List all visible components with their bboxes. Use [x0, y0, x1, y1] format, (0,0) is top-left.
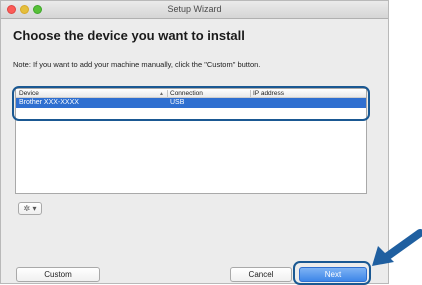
column-header-device[interactable]: Device	[19, 90, 39, 97]
column-divider	[250, 90, 251, 97]
title-bar[interactable]: Setup Wizard	[1, 1, 388, 19]
custom-button[interactable]: Custom	[16, 267, 100, 282]
gear-menu-button[interactable]: ✲ ▾	[18, 202, 42, 215]
column-header-connection[interactable]: Connection	[170, 90, 203, 97]
sort-ascending-icon: ▲	[159, 91, 164, 97]
connection-cell: USB	[170, 99, 185, 106]
table-header: Device ▲ Connection IP address	[16, 89, 366, 98]
setup-wizard-window: Setup Wizard Choose the device you want …	[0, 0, 389, 284]
column-divider	[167, 90, 168, 97]
device-name-cell: Brother XXX-XXXX	[19, 99, 79, 106]
cancel-button[interactable]: Cancel	[230, 267, 292, 282]
device-table[interactable]: Device ▲ Connection IP address Brother X…	[15, 88, 367, 194]
page-title: Choose the device you want to install	[13, 28, 245, 43]
window-title: Setup Wizard	[167, 4, 222, 14]
column-header-ip-address[interactable]: IP address	[253, 90, 284, 97]
table-row-selected[interactable]: Brother XXX-XXXX USB	[16, 98, 366, 108]
next-button-highlight-outline	[293, 261, 371, 285]
instruction-note: Note: If you want to add your machine ma…	[13, 60, 261, 69]
